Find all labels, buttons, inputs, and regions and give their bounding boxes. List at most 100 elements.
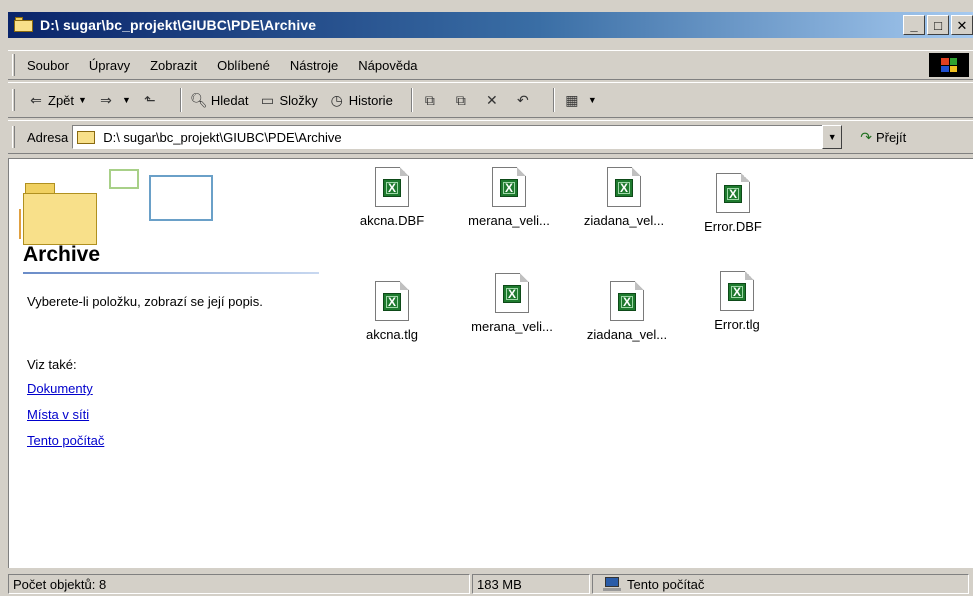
forward-button[interactable]: ⇒ ▼ bbox=[97, 91, 131, 109]
file-item[interactable]: X ziadana_vel... bbox=[564, 167, 684, 228]
tool-bar: ⇐ Zpět ▼ ⇒ ▼ ⬑ 🔍︎ Hledat ▭ Složky ◷ Hist… bbox=[8, 82, 973, 118]
forward-dropdown-icon[interactable]: ▼ bbox=[122, 95, 131, 105]
window-controls: _ □ ✕ bbox=[903, 15, 973, 35]
file-name: akcna.tlg bbox=[365, 327, 419, 342]
file-item[interactable]: X akcna.DBF bbox=[332, 167, 452, 228]
move-to-icon: ⧉ bbox=[424, 91, 435, 108]
toolbar-separator bbox=[552, 88, 555, 112]
move-to-button[interactable]: ⧉ bbox=[421, 91, 442, 109]
file-name: ziadana_vel... bbox=[586, 327, 668, 342]
title-bar[interactable]: D:\ sugar\bc_projekt\GIUBC\PDE\Archive _… bbox=[8, 12, 973, 38]
delete-button[interactable]: ✕ bbox=[483, 91, 504, 109]
views-dropdown-icon[interactable]: ▼ bbox=[588, 95, 597, 105]
go-label: Přejít bbox=[875, 129, 907, 145]
go-button[interactable]: ↷ Přejít bbox=[860, 129, 906, 146]
excel-file-icon: X bbox=[375, 281, 409, 321]
file-item[interactable]: X Error.tlg bbox=[677, 271, 797, 332]
status-location-label: Tento počítač bbox=[627, 576, 705, 592]
menu-grip[interactable] bbox=[12, 54, 15, 76]
address-bar: Adresa D:\ sugar\bc_projekt\GIUBC\PDE\Ar… bbox=[8, 120, 973, 154]
menu-oblibene[interactable]: Oblíbené bbox=[217, 58, 270, 73]
panel-title: Archive bbox=[23, 243, 101, 266]
file-view[interactable]: Archive Vyberete-li položku, zobrazí se … bbox=[8, 158, 973, 568]
file-item[interactable]: X akcna.tlg bbox=[332, 281, 452, 342]
file-name: merana_veli... bbox=[471, 319, 553, 334]
up-folder-button[interactable]: ⬑ bbox=[141, 91, 162, 109]
status-bar: Počet objektů: 8 183 MB Tento počítač bbox=[8, 572, 973, 596]
close-button[interactable]: ✕ bbox=[951, 15, 973, 35]
views-icon: ▦ bbox=[565, 91, 579, 108]
link-tento-pocitac[interactable]: Tento počítač bbox=[27, 433, 104, 448]
copy-to-button[interactable]: ⧉ bbox=[452, 91, 473, 109]
panel-description: Vyberete-li položku, zobrazí se její pop… bbox=[27, 294, 263, 309]
menu-upravy[interactable]: Úpravy bbox=[89, 58, 130, 73]
file-name: ziadana_vel... bbox=[583, 213, 665, 228]
address-value: D:\ sugar\bc_projekt\GIUBC\PDE\Archive bbox=[103, 129, 342, 145]
excel-file-icon: X bbox=[716, 173, 750, 213]
toolbar-separator bbox=[179, 88, 182, 112]
file-item[interactable]: X merana_veli... bbox=[452, 273, 572, 334]
history-icon: ◷ bbox=[330, 91, 343, 108]
toolbar-separator bbox=[410, 88, 413, 112]
up-folder-icon: ⬑ bbox=[144, 91, 156, 108]
menu-zobrazit[interactable]: Zobrazit bbox=[150, 58, 197, 73]
menu-bar: Soubor Úpravy Zobrazit Oblíbené Nástroje… bbox=[8, 50, 973, 80]
excel-file-icon: X bbox=[610, 281, 644, 321]
panel-divider bbox=[23, 272, 319, 274]
search-icon: 🔍︎ bbox=[189, 91, 208, 108]
menu-napoveda[interactable]: Nápověda bbox=[358, 58, 417, 73]
toolbar-grip[interactable] bbox=[12, 89, 15, 111]
address-dropdown-icon[interactable]: ▼ bbox=[822, 125, 843, 149]
search-label: Hledat bbox=[210, 92, 249, 108]
file-name: Error.tlg bbox=[714, 317, 760, 332]
file-name: akcna.DBF bbox=[359, 213, 425, 228]
back-label: Zpět bbox=[48, 92, 75, 108]
address-label: Adresa bbox=[27, 129, 69, 145]
go-arrow-icon: ↷ bbox=[860, 128, 872, 145]
folder-icon bbox=[14, 17, 34, 33]
menu-nastroje[interactable]: Nástroje bbox=[290, 58, 338, 73]
link-mista-v-siti[interactable]: Místa v síti bbox=[27, 407, 89, 422]
file-item[interactable]: X Error.DBF bbox=[673, 173, 793, 234]
undo-icon: ↶ bbox=[516, 91, 529, 108]
back-arrow-icon: ⇐ bbox=[30, 91, 42, 108]
copy-to-icon: ⧉ bbox=[455, 91, 466, 108]
folders-button[interactable]: ▭ Složky bbox=[258, 91, 318, 109]
history-label: Historie bbox=[348, 92, 393, 108]
folder-icon bbox=[77, 129, 97, 145]
excel-file-icon: X bbox=[492, 167, 526, 207]
maximize-button[interactable]: □ bbox=[927, 15, 949, 35]
computer-icon bbox=[603, 577, 621, 591]
address-input[interactable]: D:\ sugar\bc_projekt\GIUBC\PDE\Archive ▼ bbox=[72, 125, 843, 149]
status-location: Tento počítač bbox=[592, 574, 969, 594]
explorer-window: D:\ sugar\bc_projekt\GIUBC\PDE\Archive _… bbox=[0, 0, 973, 596]
status-count: Počet objektů: 8 bbox=[8, 574, 470, 594]
menu-soubor[interactable]: Soubor bbox=[27, 58, 69, 73]
address-grip[interactable] bbox=[12, 126, 15, 148]
see-also-label: Viz také: bbox=[27, 357, 77, 372]
file-item[interactable]: X merana_veli... bbox=[449, 167, 569, 228]
details-panel: Archive Vyberete-li položku, zobrazí se … bbox=[9, 159, 319, 567]
excel-file-icon: X bbox=[607, 167, 641, 207]
window-title: D:\ sugar\bc_projekt\GIUBC\PDE\Archive bbox=[40, 17, 317, 33]
file-name: Error.DBF bbox=[704, 219, 762, 234]
forward-arrow-icon: ⇒ bbox=[100, 91, 112, 108]
views-button[interactable]: ▦ ▼ bbox=[563, 91, 597, 109]
minimize-button[interactable]: _ bbox=[903, 15, 925, 35]
link-dokumenty[interactable]: Dokumenty bbox=[27, 381, 93, 396]
file-item[interactable]: X ziadana_vel... bbox=[567, 281, 687, 342]
excel-file-icon: X bbox=[495, 273, 529, 313]
back-button[interactable]: ⇐ Zpět ▼ bbox=[27, 91, 87, 109]
file-name: merana_veli... bbox=[468, 213, 550, 228]
history-button[interactable]: ◷ Historie bbox=[328, 91, 393, 109]
folders-icon: ▭ bbox=[260, 91, 275, 108]
back-dropdown-icon[interactable]: ▼ bbox=[78, 95, 87, 105]
delete-icon: ✕ bbox=[485, 91, 498, 108]
folder-banner-art bbox=[19, 169, 229, 249]
excel-file-icon: X bbox=[375, 167, 409, 207]
excel-file-icon: X bbox=[720, 271, 754, 311]
folders-label: Složky bbox=[279, 92, 318, 108]
undo-button[interactable]: ↶ bbox=[514, 91, 535, 109]
status-size: 183 MB bbox=[472, 574, 590, 594]
search-button[interactable]: 🔍︎ Hledat bbox=[189, 91, 249, 109]
